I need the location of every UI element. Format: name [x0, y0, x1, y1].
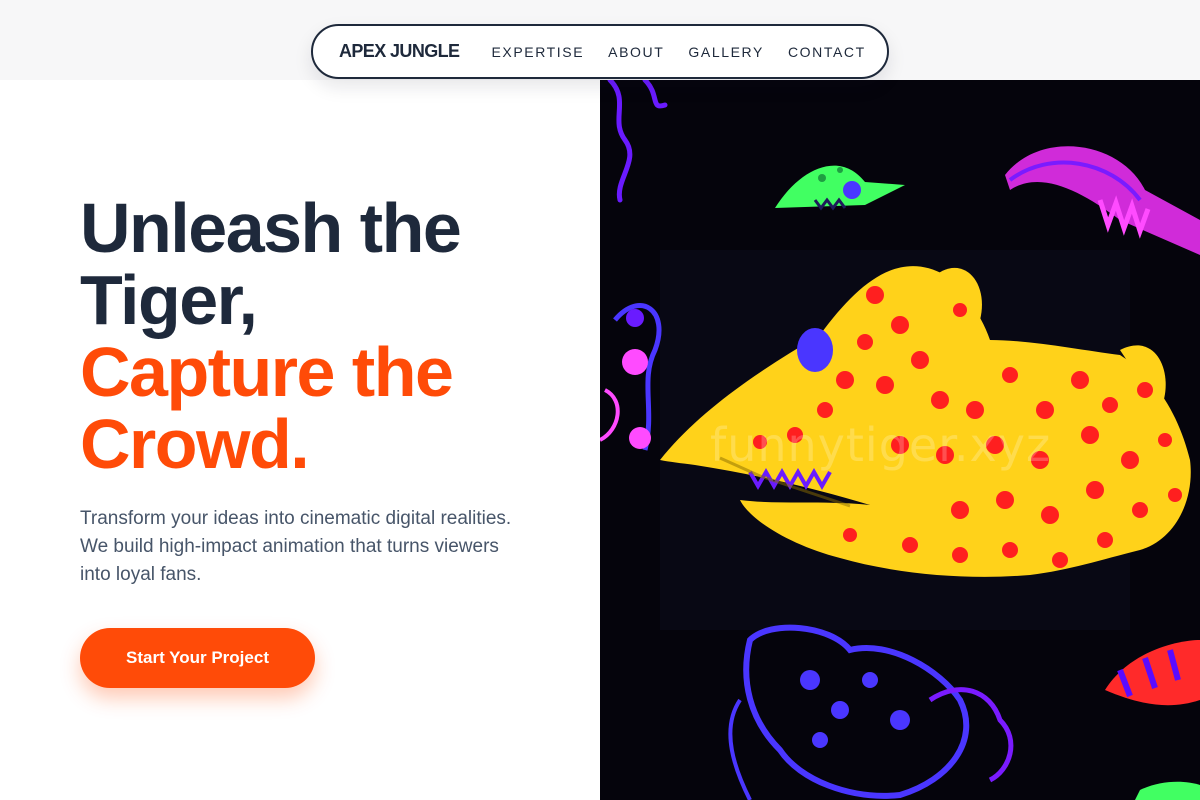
- hero-title-line-2: Tiger,: [80, 261, 258, 339]
- hero-title-line-4: Crowd.: [80, 405, 310, 483]
- start-project-button[interactable]: Start Your Project: [80, 628, 315, 688]
- hero-title-line-1: Unleash the: [80, 189, 462, 267]
- nav-link-about[interactable]: ABOUT: [608, 44, 664, 60]
- main-nav: APEX JUNGLE EXPERTISE ABOUT GALLERY CONT…: [311, 24, 889, 79]
- hero-title-line-3: Capture the: [80, 333, 454, 411]
- hero-title: Unleash the Tiger, Capture the Crowd.: [80, 192, 580, 480]
- watermark-text: funnytiger.xyz: [710, 418, 1052, 472]
- hero-subtitle: Transform your ideas into cinematic digi…: [80, 508, 512, 585]
- nav-link-contact[interactable]: CONTACT: [788, 44, 866, 60]
- nav-link-expertise[interactable]: EXPERTISE: [491, 44, 584, 60]
- brand-logo[interactable]: APEX JUNGLE: [339, 41, 460, 62]
- nav-link-gallery[interactable]: GALLERY: [688, 44, 764, 60]
- hero-artwork-image: funnytiger.xyz: [600, 80, 1200, 800]
